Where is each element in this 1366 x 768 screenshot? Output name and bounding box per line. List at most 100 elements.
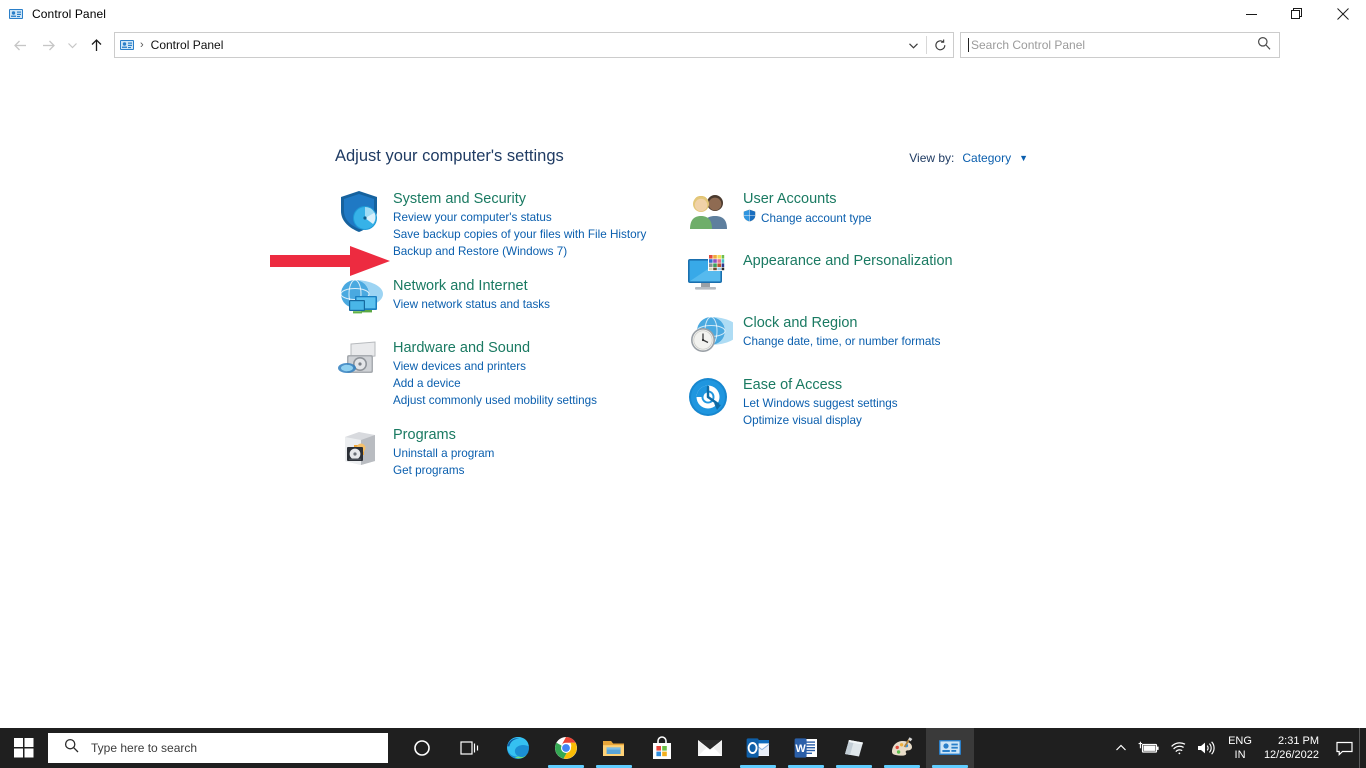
refresh-icon[interactable] <box>927 33 953 57</box>
chevron-up-icon[interactable] <box>1109 728 1133 768</box>
taskbar-apps: W <box>398 728 974 768</box>
category-title[interactable]: Programs <box>393 426 456 445</box>
task-view-icon[interactable] <box>446 728 494 768</box>
sticky-notes-icon[interactable] <box>830 728 878 768</box>
windows-start-icon[interactable] <box>0 728 48 768</box>
category-appearance-and-personalization: Appearance and Personalization <box>685 249 1025 297</box>
clock[interactable]: 2:31 PM 12/26/2022 <box>1260 728 1329 768</box>
show-desktop-button[interactable] <box>1359 728 1366 768</box>
language-indicator[interactable]: ENG IN <box>1220 728 1260 768</box>
link-get-programs[interactable]: Get programs <box>393 462 494 479</box>
category-body: Hardware and Sound View devices and prin… <box>393 336 597 409</box>
category-title[interactable]: System and Security <box>393 190 526 209</box>
microsoft-store-icon[interactable] <box>638 728 686 768</box>
taskbar-search-input[interactable]: Type here to search <box>91 741 197 755</box>
minimize-button[interactable] <box>1228 0 1274 28</box>
clock-time: 2:31 PM <box>1278 735 1319 747</box>
address-dropdown-icon[interactable] <box>900 33 926 57</box>
system-tray: ENG IN 2:31 PM 12/26/2022 <box>1109 728 1366 768</box>
cortana-icon[interactable] <box>398 728 446 768</box>
link-save-backup-copies-file-history[interactable]: Save backup copies of your files with Fi… <box>393 226 646 243</box>
link-view-network-status-and-tasks[interactable]: View network status and tasks <box>393 296 550 313</box>
mail-icon[interactable] <box>686 728 734 768</box>
control-panel-icon[interactable] <box>926 728 974 768</box>
programs-box-icon[interactable] <box>335 423 383 471</box>
language-code: ENG <box>1228 735 1252 747</box>
search-icon <box>64 738 79 758</box>
category-body: Network and Internet View network status… <box>393 274 550 322</box>
category-title[interactable]: Network and Internet <box>393 277 528 296</box>
link-backup-and-restore-windows-7[interactable]: Backup and Restore (Windows 7) <box>393 243 646 260</box>
forward-arrow-icon[interactable] <box>34 31 62 59</box>
link-review-your-computers-status[interactable]: Review your computer's status <box>393 209 646 226</box>
window-title: Control Panel <box>32 7 107 21</box>
address-bar-buttons <box>900 33 953 57</box>
paint-icon[interactable] <box>878 728 926 768</box>
microsoft-edge-icon[interactable] <box>494 728 542 768</box>
up-arrow-icon[interactable] <box>82 31 110 59</box>
address-bar[interactable]: › Control Panel <box>114 32 954 58</box>
search-control-panel-box[interactable]: Search Control Panel <box>960 32 1280 58</box>
category-title[interactable]: Ease of Access <box>743 376 842 395</box>
chevron-down-icon[interactable]: ▼ <box>1019 153 1028 163</box>
clock-date: 12/26/2022 <box>1263 749 1319 761</box>
view-by-value[interactable]: Category <box>962 151 1011 165</box>
content-area: Adjust your computer's settings View by:… <box>0 62 1366 740</box>
category-title[interactable]: Hardware and Sound <box>393 339 530 358</box>
category-body: Clock and Region Change date, time, or n… <box>743 311 940 359</box>
link-label: Change account type <box>761 211 872 225</box>
user-accounts-icon[interactable] <box>685 187 733 235</box>
outlook-icon[interactable] <box>734 728 782 768</box>
window-controls <box>1228 0 1366 28</box>
link-change-account-type[interactable]: Change account type <box>743 209 871 227</box>
word-icon[interactable]: W <box>782 728 830 768</box>
restore-button[interactable] <box>1274 0 1320 28</box>
link-change-date-time-number-formats[interactable]: Change date, time, or number formats <box>743 333 940 350</box>
category-hardware-and-sound: Hardware and Sound View devices and prin… <box>335 336 665 409</box>
category-user-accounts: User Accounts Change account type <box>685 187 1025 235</box>
link-uninstall-a-program[interactable]: Uninstall a program <box>393 445 494 462</box>
google-chrome-icon[interactable] <box>542 728 590 768</box>
right-column: User Accounts Change account type Appear… <box>685 187 1025 443</box>
link-add-a-device[interactable]: Add a device <box>393 375 597 392</box>
category-body: Appearance and Personalization <box>743 249 953 297</box>
category-title[interactable]: Appearance and Personalization <box>743 252 953 271</box>
category-body: Programs Uninstall a program Get program… <box>393 423 494 479</box>
notification-icon[interactable] <box>1329 728 1359 768</box>
svg-text:W: W <box>795 743 806 755</box>
category-title[interactable]: User Accounts <box>743 190 837 209</box>
taskbar-search-box[interactable]: Type here to search <box>48 733 388 763</box>
search-input[interactable]: Search Control Panel <box>971 38 1085 52</box>
category-body: System and Security Review your computer… <box>393 187 646 260</box>
category-clock-and-region: Clock and Region Change date, time, or n… <box>685 311 1025 359</box>
network-globe-icon[interactable] <box>335 274 383 322</box>
language-region: IN <box>1234 749 1246 761</box>
breadcrumb[interactable]: Control Panel <box>151 38 224 52</box>
control-panel-window: Control Panel › Control Panel Search Con… <box>0 0 1366 768</box>
chevron-down-icon[interactable] <box>62 31 82 59</box>
control-panel-icon <box>8 6 24 22</box>
file-explorer-icon[interactable] <box>590 728 638 768</box>
link-view-devices-and-printers[interactable]: View devices and printers <box>393 358 597 375</box>
clock-region-icon[interactable] <box>685 311 739 359</box>
search-icon[interactable] <box>1257 36 1271 55</box>
speaker-icon[interactable] <box>1192 728 1220 768</box>
shield-icon[interactable] <box>335 187 383 235</box>
appearance-monitor-icon[interactable] <box>685 249 733 297</box>
category-ease-of-access: Ease of Access Let Windows suggest setti… <box>685 373 1025 429</box>
link-adjust-mobility-settings[interactable]: Adjust commonly used mobility settings <box>393 392 597 409</box>
page-title: Adjust your computer's settings <box>335 147 564 165</box>
taskbar: Type here to search W ENG IN 2:31 PM 12/… <box>0 728 1366 768</box>
close-button[interactable] <box>1320 0 1366 28</box>
printer-icon[interactable] <box>335 336 383 384</box>
category-title[interactable]: Clock and Region <box>743 314 857 333</box>
link-optimize-visual-display[interactable]: Optimize visual display <box>743 412 898 429</box>
battery-charging-icon[interactable] <box>1133 728 1165 768</box>
link-let-windows-suggest-settings[interactable]: Let Windows suggest settings <box>743 395 898 412</box>
uac-shield-icon <box>743 209 756 227</box>
category-system-and-security: System and Security Review your computer… <box>335 187 665 260</box>
back-arrow-icon[interactable] <box>6 31 34 59</box>
wifi-icon[interactable] <box>1165 728 1192 768</box>
breadcrumb-separator: › <box>140 39 144 51</box>
ease-of-access-icon[interactable] <box>685 373 733 421</box>
